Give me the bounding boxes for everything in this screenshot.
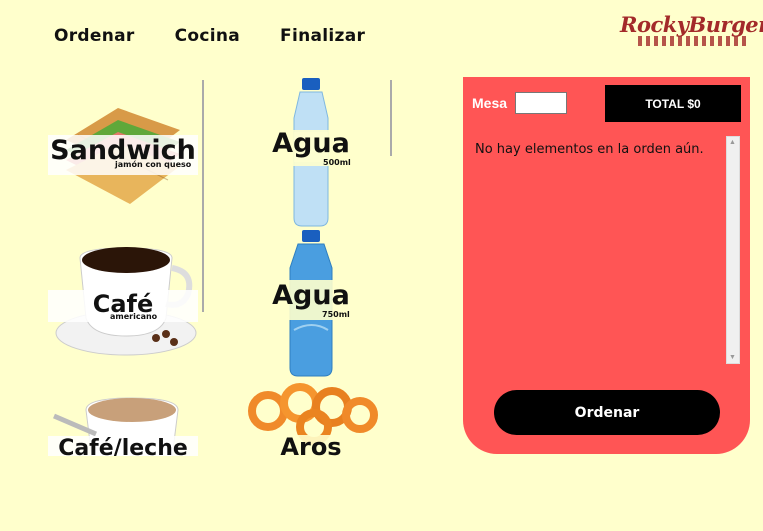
menu-item-agua-750[interactable]: Agua 750ml — [236, 230, 386, 380]
logo-checker-pattern — [638, 36, 748, 46]
nav-ordenar[interactable]: Ordenar — [54, 26, 135, 46]
order-panel: Mesa TOTAL $0 No hay elementos en la ord… — [463, 77, 750, 454]
item-subtitle: jamón con queso — [115, 160, 192, 169]
menu-divider — [390, 80, 392, 156]
nav-cocina[interactable]: Cocina — [175, 26, 240, 46]
menu-item-cafe-americano[interactable]: Café americano — [48, 238, 198, 388]
submit-order-button[interactable]: Ordenar — [494, 390, 720, 435]
logo-text: RockyBurger — [620, 12, 763, 37]
order-items-list[interactable]: No hay elementos en la orden aún. ▲ ▼ — [472, 136, 740, 364]
item-subtitle: americano — [110, 312, 158, 321]
menu-item-aros[interactable]: Aros — [236, 383, 386, 456]
empty-order-message: No hay elementos en la orden aún. — [475, 142, 704, 157]
mesa-input[interactable] — [515, 92, 567, 114]
total-button[interactable]: TOTAL $0 — [605, 85, 741, 122]
rockyburger-logo: RockyBurger — [620, 10, 763, 50]
scroll-up-icon[interactable]: ▲ — [729, 139, 736, 146]
item-title: Agua — [272, 280, 350, 311]
menu-divider — [202, 80, 204, 312]
menu-grid: Sandwich jamón con queso Agua 500ml Café… — [40, 78, 400, 456]
item-subtitle: 750ml — [322, 310, 350, 319]
order-list-scrollbar[interactable]: ▲ ▼ — [726, 136, 740, 364]
item-title: Café/leche — [58, 436, 188, 456]
item-title: Agua — [272, 128, 350, 159]
menu-item-sandwich[interactable]: Sandwich jamón con queso — [48, 90, 198, 240]
main-nav: Ordenar Cocina Finalizar — [54, 26, 365, 46]
mesa-label: Mesa — [472, 95, 508, 111]
nav-finalizar[interactable]: Finalizar — [280, 26, 365, 46]
item-subtitle: 500ml — [323, 158, 351, 167]
menu-item-agua-500[interactable]: Agua 500ml — [236, 78, 386, 228]
scroll-down-icon[interactable]: ▼ — [729, 354, 736, 361]
menu-item-cafe-leche[interactable]: Café/leche — [48, 388, 198, 456]
item-title: Aros — [280, 433, 342, 456]
